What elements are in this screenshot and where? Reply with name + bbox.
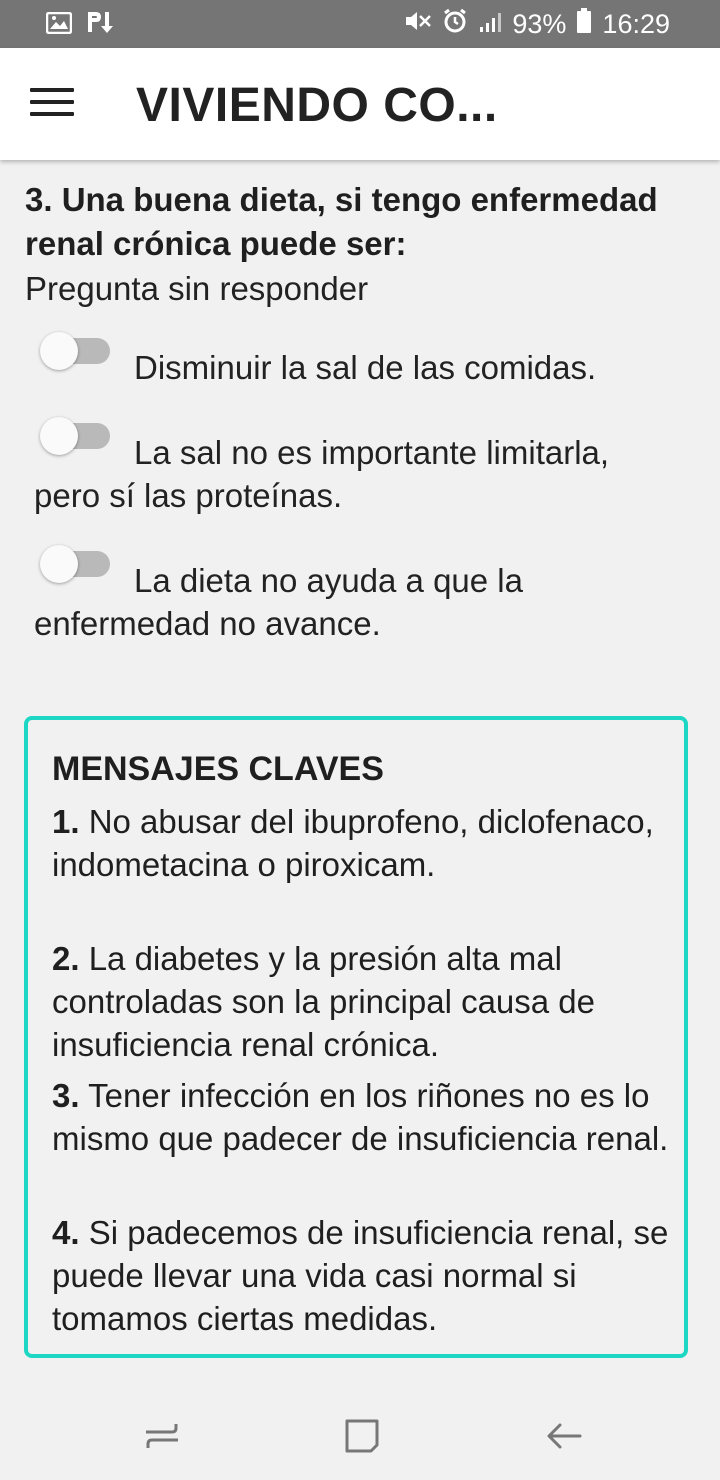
key-message-number: 3. [52,1077,80,1114]
app-bar: VIVIENDO CO... [0,48,720,160]
key-message-number: 4. [52,1214,80,1251]
key-message-item: 4. Si padecemos de insuficiencia renal, … [52,1211,672,1340]
home-icon[interactable] [342,1416,382,1456]
key-messages-title: MENSAJES CLAVES [52,750,384,788]
page-title: VIVIENDO CO... [136,79,498,132]
mute-icon [404,9,432,40]
status-bar: 93% 16:29 [0,0,720,48]
back-icon[interactable] [544,1416,584,1456]
answer-option[interactable]: La sal no es importante limitarla, pero … [34,417,684,517]
key-message-text: No abusar del ibuprofeno, diclofenaco, i… [52,803,654,883]
battery-icon [576,8,592,41]
alarm-icon [442,8,468,41]
option-label: Disminuir la sal de las comidas. [134,349,597,386]
option-toggle[interactable] [40,417,112,455]
menu-icon[interactable] [30,88,74,122]
key-message-item: 2. La diabetes y la presión alta mal con… [52,937,672,1066]
recent-apps-icon[interactable] [142,1416,182,1456]
question-status: Pregunta sin responder [25,270,369,307]
key-message-item: 3. Tener infección en los riñones no es … [52,1074,672,1160]
image-icon [45,10,73,41]
signal-icon [478,9,502,40]
option-label: La sal no es importante limitarla, pero … [34,434,610,514]
key-message-text: Si padecemos de insuficiencia renal, se … [52,1214,669,1337]
pl-icon [86,10,114,41]
key-messages-box: MENSAJES CLAVES 1. No abusar del ibuprof… [24,716,688,1358]
option-toggle[interactable] [40,545,112,583]
answer-option[interactable]: Disminuir la sal de las comidas. [34,332,684,389]
battery-percent: 93% [512,9,567,39]
key-message-text: La diabetes y la presión alta mal contro… [52,940,596,1063]
key-message-item: 1. No abusar del ibuprofeno, diclofenaco… [52,800,672,886]
navigation-bar [0,1388,720,1480]
key-message-number: 2. [52,940,80,977]
clock: 16:29 [602,9,670,39]
key-message-text: Tener infección en los riñones no es lo … [52,1077,669,1157]
option-toggle[interactable] [40,332,112,370]
key-message-number: 1. [52,803,80,840]
question-text: 3. Una buena dieta, si tengo enfermedad … [25,181,658,262]
answer-option[interactable]: La dieta no ayuda a que la enfermedad no… [34,545,684,645]
